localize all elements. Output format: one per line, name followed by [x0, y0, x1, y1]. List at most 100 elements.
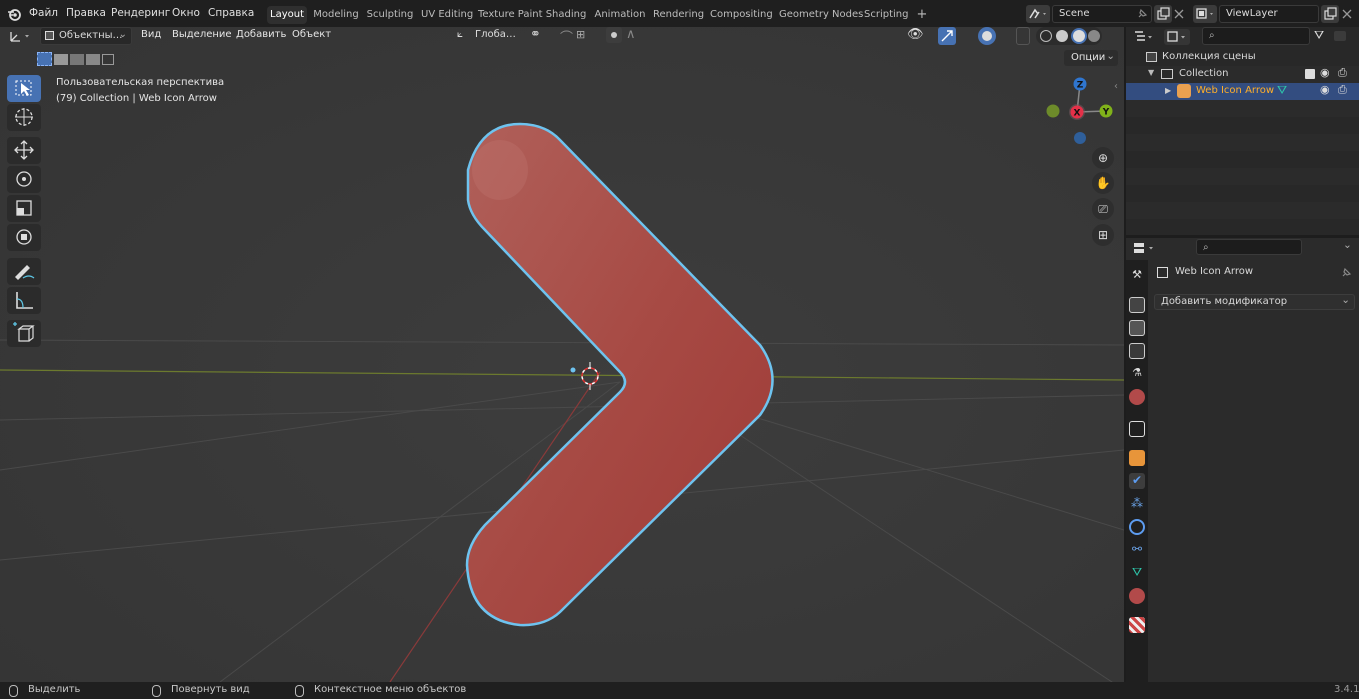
close-icon[interactable]	[1174, 9, 1184, 19]
tab-texture-paint[interactable]: Texture Paint	[478, 6, 543, 24]
chevron-down-icon[interactable]: ⌄	[1343, 239, 1352, 251]
menu-add[interactable]: Добавить	[236, 29, 286, 40]
editor-type-button[interactable]	[6, 27, 34, 45]
eye-icon[interactable]: ◉	[1320, 66, 1330, 79]
tool-settings-icon[interactable]: ⚒	[1129, 268, 1145, 284]
cursor-tool[interactable]	[7, 104, 41, 131]
add-workspace-button[interactable]: +	[914, 6, 930, 24]
tab-compositing[interactable]: Compositing	[710, 6, 773, 24]
material-properties-icon[interactable]	[1129, 588, 1145, 604]
outliner-row-scene-collection[interactable]: Коллекция сцены	[1126, 49, 1359, 66]
pin-icon[interactable]	[1136, 8, 1148, 20]
menu-help[interactable]: Справка	[208, 7, 254, 19]
mesh-data-icon[interactable]: ⛛	[1277, 83, 1287, 98]
menu-render[interactable]: Рендеринг	[111, 7, 170, 19]
outliner-row-collection[interactable]: ▼ Collection ◉ ⎙	[1126, 66, 1359, 83]
menu-file[interactable]: Файл	[29, 7, 58, 19]
blender-logo-icon[interactable]	[7, 7, 21, 21]
checkbox-icon[interactable]	[1305, 69, 1315, 79]
properties-search-input[interactable]: ⌕	[1196, 239, 1302, 255]
solid-shading-icon[interactable]	[1056, 30, 1068, 42]
select-intersect-icon[interactable]	[102, 54, 114, 65]
properties-editor-type-button[interactable]	[1132, 240, 1158, 256]
display-mode-dropdown[interactable]	[1164, 29, 1190, 45]
falloff-icon[interactable]: ∧	[626, 27, 636, 42]
overlay-toggle-button[interactable]	[978, 27, 996, 45]
options-dropdown[interactable]: Опции ⌄	[1064, 50, 1118, 66]
particles-icon[interactable]: ⁂	[1129, 496, 1145, 512]
filter-icon[interactable]: ⛛	[1314, 28, 1324, 43]
add-cube-tool[interactable]	[7, 320, 41, 347]
snap-target-icon[interactable]: ⊞	[576, 28, 585, 41]
scale-tool[interactable]	[7, 195, 41, 222]
select-box-tool[interactable]	[7, 75, 41, 102]
wireframe-shading-icon[interactable]	[1040, 30, 1052, 42]
pan-hand-icon[interactable]: ✋	[1092, 172, 1114, 194]
snap-icon[interactable]: ⌒	[560, 27, 573, 46]
move-tool[interactable]	[7, 137, 41, 164]
outliner-search-input[interactable]: ⌕	[1202, 27, 1310, 45]
menu-edit[interactable]: Правка	[66, 7, 106, 19]
transform-orientation-dropdown[interactable]: ⟀ Глоба…	[455, 27, 523, 45]
wrench-icon[interactable]: ✔	[1129, 473, 1145, 489]
scene-properties-icon[interactable]: ⚗	[1129, 366, 1145, 382]
3d-viewport[interactable]: Объектны… ⌄ Вид Выделение Добавить Объек…	[0, 27, 1124, 682]
tab-scripting[interactable]: Scripting	[864, 6, 908, 24]
visibility-icon[interactable]: 👁	[907, 27, 924, 42]
pivot-icon[interactable]: ⚭	[530, 27, 541, 42]
outliner-row-object[interactable]: ▶ Web Icon Arrow ⛛ ◉ ⎙	[1126, 83, 1359, 100]
tab-geometry-nodes[interactable]: Geometry Nodes	[779, 6, 863, 24]
close-icon[interactable]	[1342, 9, 1352, 19]
select-extend-icon[interactable]	[54, 54, 68, 65]
scene-browse-button[interactable]	[1026, 5, 1050, 23]
physics-icon[interactable]	[1129, 519, 1145, 535]
zoom-icon[interactable]: ⊕	[1092, 147, 1114, 169]
mode-dropdown[interactable]: Объектны… ⌄	[40, 27, 132, 45]
new-scene-button[interactable]	[1154, 5, 1172, 23]
render-camera-icon[interactable]: ⎙	[1338, 66, 1347, 80]
output-properties-icon[interactable]	[1129, 320, 1145, 336]
gizmo-toggle-button[interactable]	[938, 27, 956, 45]
tab-rendering[interactable]: Rendering	[653, 6, 704, 24]
menu-select[interactable]: Выделение	[172, 29, 232, 40]
navigation-gizmo[interactable]: Z Y X	[1040, 74, 1120, 144]
tab-layout[interactable]: Layout	[267, 6, 307, 24]
xray-button[interactable]	[1016, 27, 1030, 45]
mesh-data-icon[interactable]: ⛛	[1129, 565, 1145, 581]
menu-view[interactable]: Вид	[141, 29, 161, 40]
expand-arrow-icon[interactable]: ▼	[1148, 68, 1154, 77]
tab-modeling[interactable]: Modeling	[313, 6, 359, 24]
view-layer-browse-button[interactable]	[1193, 5, 1217, 23]
expand-arrow-icon[interactable]: ▶	[1165, 86, 1171, 95]
proportional-edit-button[interactable]	[606, 27, 622, 43]
tab-sculpting[interactable]: Sculpting	[366, 6, 414, 24]
world-properties-icon[interactable]	[1129, 389, 1145, 405]
rotate-tool[interactable]	[7, 166, 41, 193]
annotate-tool[interactable]	[7, 258, 41, 285]
pin-icon[interactable]	[1340, 267, 1352, 279]
scene-canvas[interactable]	[0, 27, 1124, 682]
constraints-icon[interactable]: ⚯	[1129, 542, 1145, 558]
perspective-grid-icon[interactable]: ⊞	[1092, 224, 1114, 246]
rendered-shading-icon[interactable]	[1088, 30, 1100, 42]
menu-object[interactable]: Объект	[292, 29, 331, 40]
tab-animation[interactable]: Animation	[594, 6, 646, 24]
select-subtract-icon[interactable]	[70, 54, 84, 65]
render-properties-icon[interactable]	[1129, 297, 1145, 313]
view-layer-properties-icon[interactable]	[1129, 343, 1145, 359]
add-modifier-dropdown[interactable]: Добавить модификатор ⌄	[1154, 294, 1355, 310]
new-view-layer-button[interactable]	[1321, 5, 1339, 23]
transform-tool[interactable]	[7, 224, 41, 251]
select-new-icon[interactable]	[37, 52, 52, 66]
measure-tool[interactable]	[7, 287, 41, 314]
view-layer-name-field[interactable]: ViewLayer	[1219, 5, 1319, 23]
render-camera-icon[interactable]: ⎙	[1338, 83, 1347, 97]
material-preview-button[interactable]	[1071, 28, 1087, 44]
object-properties-icon[interactable]	[1129, 450, 1145, 466]
tab-shading[interactable]: Shading	[545, 6, 587, 24]
new-collection-button[interactable]	[1334, 31, 1346, 41]
tab-uv-editing[interactable]: UV Editing	[421, 6, 473, 24]
eye-icon[interactable]: ◉	[1320, 83, 1330, 96]
select-invert-icon[interactable]	[86, 54, 100, 65]
outliner-editor-type-button[interactable]	[1132, 29, 1156, 45]
